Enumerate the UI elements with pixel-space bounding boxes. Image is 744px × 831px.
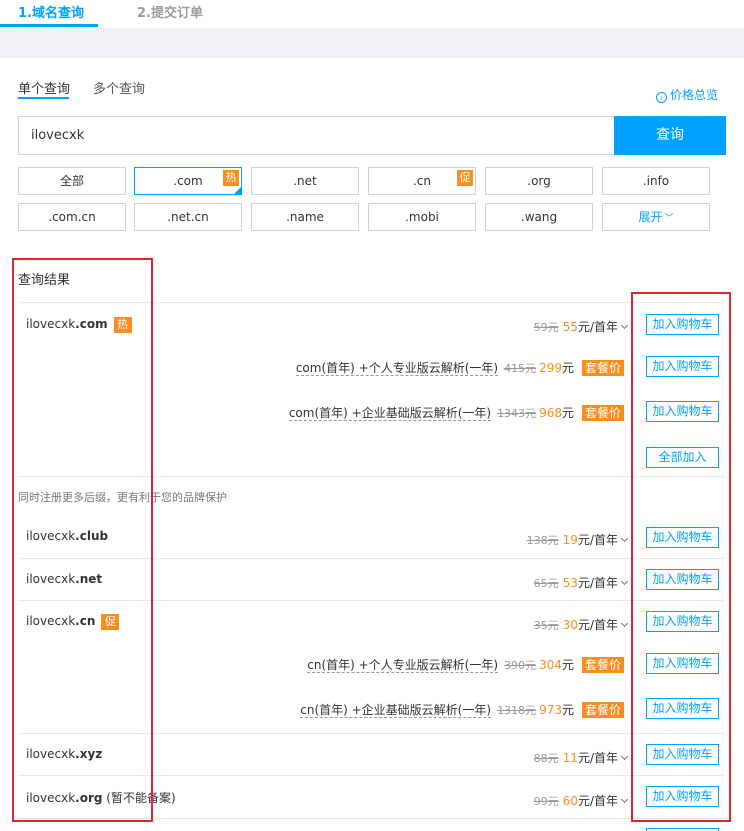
new-price: 30	[562, 618, 578, 632]
price[interactable]: 88元 11元/首年	[533, 749, 629, 766]
bundle-price-tag: 套餐价	[581, 702, 624, 718]
price-overview-label: 价格总览	[669, 88, 718, 102]
old-price: 1343元	[497, 407, 537, 420]
old-price: 88元	[533, 752, 559, 765]
chevron-down-icon	[620, 619, 629, 628]
old-price: 59元	[533, 321, 559, 334]
new-price: 53	[562, 576, 578, 590]
highlight-box-cart-buttons	[631, 292, 731, 822]
tld-option[interactable]: .cn 促	[368, 167, 476, 195]
price[interactable]: 99元 60元/首年	[533, 792, 629, 809]
price-unit: 元	[561, 361, 574, 375]
price-unit: 元/首年	[577, 618, 618, 632]
highlight-box-domains	[12, 258, 153, 822]
tld-option[interactable]: 全部	[18, 167, 126, 195]
old-price: 138元	[526, 534, 559, 547]
active-tab-indicator	[18, 97, 69, 99]
tld-option[interactable]: .org	[485, 167, 593, 195]
selected-corner-mark	[233, 186, 242, 195]
bundle-desc[interactable]: com(首年) +个人专业版云解析(一年)	[295, 361, 499, 376]
new-price: 973	[539, 703, 562, 717]
step-submit-order[interactable]: 2.提交订单	[137, 2, 203, 21]
tld-option[interactable]: .net	[251, 167, 359, 195]
bundle-price-tag: 套餐价	[581, 360, 624, 376]
tld-label: .net.cn	[167, 210, 209, 224]
bundle-offer: cn(首年) +企业基础版云解析(一年) 1318元 973元 套餐价	[300, 701, 624, 718]
tld-option[interactable]: .wang	[485, 203, 593, 231]
tab-multi-query[interactable]: 多个查询	[93, 78, 145, 97]
price-unit: 元/首年	[577, 533, 618, 547]
price-overview-link[interactable]: › 价格总览	[655, 86, 718, 103]
chevron-down-icon	[620, 752, 629, 761]
price-unit: 元/首年	[577, 794, 618, 808]
price[interactable]: 138元 19元/首年	[526, 531, 629, 548]
bundle-price-tag: 套餐价	[581, 405, 624, 421]
tld-tag-badge: 促	[457, 170, 473, 186]
tld-label: 展开	[638, 210, 663, 224]
new-price: 11	[562, 751, 578, 765]
chevron-down-icon: ﹀	[664, 214, 674, 224]
bundle-desc[interactable]: cn(首年) +企业基础版云解析(一年)	[300, 703, 492, 718]
bundle-offer: cn(首年) +个人专业版云解析(一年) 390元 304元 套餐价	[307, 656, 624, 673]
price[interactable]: 65元 53元/首年	[533, 574, 629, 591]
old-price: 65元	[533, 577, 559, 590]
tld-tag-badge: 热	[223, 170, 239, 186]
circle-arrow-icon: ›	[655, 92, 667, 103]
search-button[interactable]: 查询	[614, 116, 726, 155]
old-price: 1318元	[497, 704, 537, 717]
tld-option[interactable]: .info	[602, 167, 710, 195]
price-unit: 元	[561, 703, 574, 717]
domain-search-input[interactable]: ilovecxk	[18, 116, 614, 155]
price-primary[interactable]: 59元 55元/首年	[533, 318, 629, 335]
price-unit: 元/首年	[577, 320, 618, 334]
old-price: 35元	[533, 619, 559, 632]
bundle-offer: com(首年) +个人专业版云解析(一年) 415元 299元 套餐价	[295, 359, 624, 376]
active-step-indicator	[0, 24, 98, 27]
price-unit: 元	[561, 406, 574, 420]
expand-tld-button[interactable]: 展开 ﹀	[602, 203, 710, 231]
tld-option[interactable]: .net.cn	[134, 203, 242, 231]
new-price: 55	[562, 320, 578, 334]
header-divider-band	[0, 28, 744, 58]
tld-label: .mobi	[405, 210, 439, 224]
price-unit: 元/首年	[577, 576, 618, 590]
step-bar: 1.域名查询 2.提交订单	[0, 0, 744, 28]
price-unit: 元/首年	[577, 751, 618, 765]
step-domain-query[interactable]: 1.域名查询	[18, 2, 84, 21]
bundle-price-tag: 套餐价	[581, 657, 624, 673]
new-price: 968	[539, 406, 562, 420]
tld-label: .net	[293, 174, 317, 188]
tld-label: .org	[527, 174, 551, 188]
tld-option[interactable]: .com.cn	[18, 203, 126, 231]
old-price: 415元	[504, 362, 537, 375]
bundle-desc[interactable]: cn(首年) +个人专业版云解析(一年)	[307, 658, 499, 673]
bundle-desc[interactable]: com(首年) +企业基础版云解析(一年)	[288, 406, 492, 421]
tld-label: .info	[642, 174, 670, 188]
chevron-down-icon	[620, 795, 629, 804]
chevron-down-icon	[620, 321, 629, 330]
tab-single-query[interactable]: 单个查询	[18, 78, 70, 97]
old-price: 99元	[533, 795, 559, 808]
new-price: 299	[539, 361, 562, 375]
tld-option[interactable]: .mobi	[368, 203, 476, 231]
new-price: 60	[562, 794, 578, 808]
price[interactable]: 35元 30元/首年	[533, 616, 629, 633]
tld-option[interactable]: .com 热	[134, 167, 242, 195]
tld-label: .name	[286, 210, 324, 224]
old-price: 390元	[504, 659, 537, 672]
tld-label: 全部	[59, 174, 84, 188]
tld-label: .com.cn	[48, 210, 96, 224]
new-price: 19	[562, 533, 578, 547]
price-unit: 元	[561, 658, 574, 672]
tld-label: .cn	[412, 174, 432, 188]
tld-label: .com	[173, 174, 203, 188]
tld-option[interactable]: .name	[251, 203, 359, 231]
bundle-offer: com(首年) +企业基础版云解析(一年) 1343元 968元 套餐价	[288, 404, 624, 421]
chevron-down-icon	[620, 577, 629, 586]
new-price: 304	[539, 658, 562, 672]
tld-label: .wang	[520, 210, 558, 224]
chevron-down-icon	[620, 534, 629, 543]
